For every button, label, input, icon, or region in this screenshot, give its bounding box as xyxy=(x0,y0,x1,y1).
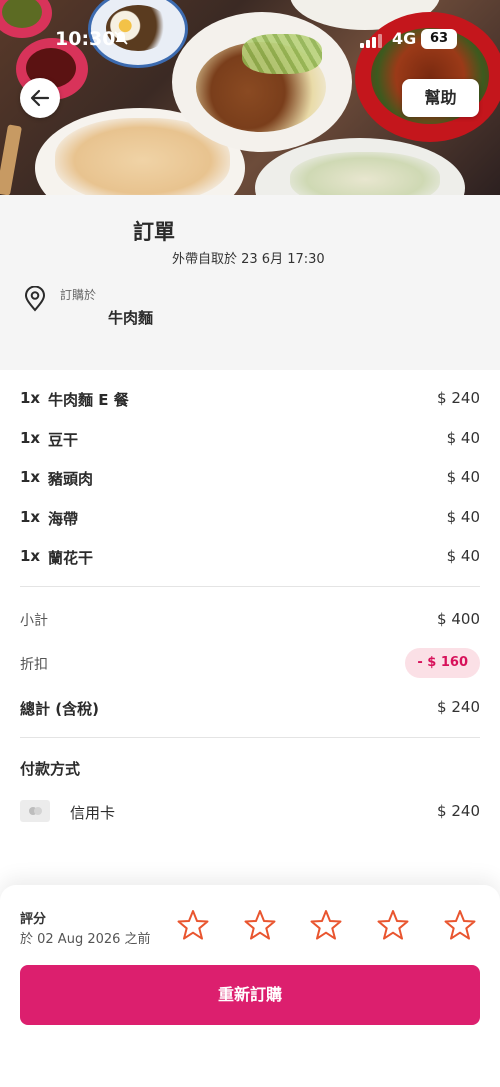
item-price: $ 40 xyxy=(446,468,480,486)
item-name: 海帶 xyxy=(48,509,79,528)
network-type: 4G xyxy=(392,29,417,48)
list-item: 1x 豆干 $ 40 xyxy=(20,420,480,460)
help-button[interactable]: 幫助 xyxy=(402,79,479,117)
signal-icon xyxy=(360,34,382,48)
star-icon[interactable] xyxy=(176,908,210,942)
status-time: 10:30 xyxy=(55,28,116,50)
total-label: 總計 (含稅) xyxy=(20,700,99,718)
item-name: 豬頭肉 xyxy=(48,470,94,488)
item-qty: 1x xyxy=(20,547,41,565)
back-button[interactable] xyxy=(20,78,60,118)
item-qty: 1x xyxy=(20,507,41,526)
ordered-at-label: 訂購於 xyxy=(60,288,97,302)
location-pin-icon xyxy=(24,286,46,312)
back-arrow-icon xyxy=(30,89,50,107)
list-item: 1x 牛肉麵 E 餐 $ 240 xyxy=(20,380,480,420)
item-name: 蘭花干 xyxy=(48,549,94,567)
item-price: $ 240 xyxy=(437,389,480,407)
rating-deadline: 於 02 Aug 2026 之前 xyxy=(20,932,151,947)
discount-label: 折扣 xyxy=(20,657,48,673)
mute-icon xyxy=(113,30,129,50)
list-item: 1x 蘭花干 $ 40 xyxy=(20,538,480,578)
item-qty: 1x xyxy=(20,468,41,486)
discount-badge: - $ 160 xyxy=(405,648,480,678)
total-value: $ 240 xyxy=(437,698,480,716)
list-item: 1x 豬頭肉 $ 40 xyxy=(20,459,480,499)
item-price: $ 40 xyxy=(446,428,480,447)
payment-amount: $ 240 xyxy=(437,802,480,820)
item-name: 牛肉麵 E 餐 xyxy=(48,391,129,409)
restaurant-name: 牛肉麵 xyxy=(108,309,154,327)
star-icon[interactable] xyxy=(376,908,410,942)
payment-method: 信用卡 xyxy=(70,804,116,822)
totals-section: 小計 $ 400 折扣 - $ 160 總計 (含稅) $ 240 xyxy=(20,598,480,730)
status-bar: 10:30 4G 63 xyxy=(0,26,500,56)
item-price: $ 40 xyxy=(446,547,480,565)
list-item: 1x 海帶 $ 40 xyxy=(20,499,480,539)
item-name: 豆干 xyxy=(48,430,79,449)
subtotal-value: $ 400 xyxy=(437,610,480,628)
pickup-info: 外帶自取於 23 6月 17:30 xyxy=(172,252,325,267)
payment-title: 付款方式 xyxy=(20,760,81,778)
subtotal-row: 小計 $ 400 xyxy=(20,598,480,642)
divider xyxy=(20,737,480,738)
subtotal-label: 小計 xyxy=(20,613,48,629)
star-icon[interactable] xyxy=(309,908,343,942)
order-summary: 訂單 外帶自取於 23 6月 17:30 訂購於 牛肉麵 xyxy=(0,195,500,370)
page-title: 訂單 xyxy=(133,220,175,244)
rating-label: 評分 xyxy=(20,912,47,927)
item-price: $ 40 xyxy=(446,507,480,526)
battery-indicator: 63 xyxy=(421,29,457,49)
star-icon[interactable] xyxy=(443,908,477,942)
bottom-sheet: 評分 於 02 Aug 2026 之前 重新訂購 xyxy=(0,885,500,1087)
divider xyxy=(20,586,480,587)
item-qty: 1x xyxy=(20,428,41,447)
reorder-button[interactable]: 重新訂購 xyxy=(20,965,480,1025)
chopsticks-illustration xyxy=(0,124,22,195)
discount-row: 折扣 - $ 160 xyxy=(20,642,480,686)
credit-card-icon xyxy=(20,800,50,822)
total-row: 總計 (含稅) $ 240 xyxy=(20,686,480,730)
star-icon[interactable] xyxy=(243,908,277,942)
item-qty: 1x xyxy=(20,389,41,407)
order-items: 1x 牛肉麵 E 餐 $ 240 1x 豆干 $ 40 1x 豬頭肉 $ 40 … xyxy=(20,380,480,578)
